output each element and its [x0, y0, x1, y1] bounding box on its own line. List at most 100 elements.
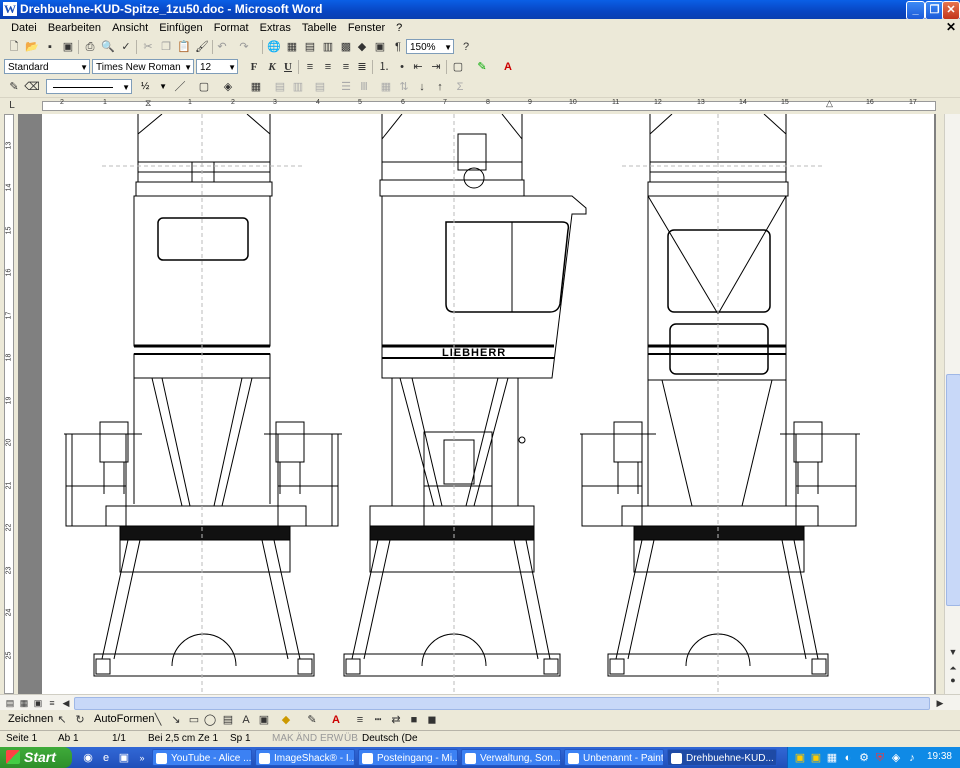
tray-icon[interactable]: ◈ [888, 750, 904, 766]
autoshapes-menu-button[interactable]: AutoFormen [94, 713, 155, 725]
horizontal-scrollbar[interactable]: ▤ ▦ ▣ ≡ ◀ ▶ [0, 694, 960, 711]
network-icon[interactable]: ▦ [824, 750, 840, 766]
align-cell-icon[interactable]: ▤ [312, 79, 328, 95]
line-icon[interactable]: ╲ [150, 712, 166, 728]
distribute-columns-icon[interactable]: Ⅲ [356, 79, 372, 95]
taskbar-item-posteingang[interactable]: Posteingang - Mi... [358, 749, 458, 766]
autosum-icon[interactable]: Σ [452, 79, 468, 95]
wordart-icon[interactable]: A [238, 712, 254, 728]
status-extend[interactable]: ERW [320, 733, 343, 744]
3d-icon[interactable]: ◼ [424, 712, 440, 728]
indent-marker-icon[interactable]: ⧖ [145, 98, 151, 109]
clock[interactable]: 19:38 [927, 751, 952, 762]
menu-tabelle[interactable]: Tabelle [298, 19, 341, 37]
tray-icon[interactable]: ⚙ [856, 750, 872, 766]
status-macro[interactable]: MAK [272, 733, 294, 744]
menu-bearbeiten[interactable]: Bearbeiten [44, 19, 105, 37]
menu-einfuegen[interactable]: Einfügen [155, 19, 206, 37]
shading-color-icon[interactable]: ◈ [220, 79, 236, 95]
columns-icon[interactable]: ▩ [338, 39, 354, 55]
word-doc-icon[interactable]: W [3, 2, 17, 16]
taskbar-item-youtube[interactable]: YouTube - Alice ... [152, 749, 252, 766]
merge-cells-icon[interactable]: ▤ [272, 79, 288, 95]
line-style-select[interactable]: ▼ [46, 79, 132, 94]
eraser-icon[interactable]: ⌫ [24, 79, 40, 95]
menu-datei[interactable]: Datei [7, 19, 41, 37]
border-color-icon[interactable]: ／ [172, 79, 188, 95]
print-icon[interactable]: ⎙ [82, 39, 98, 55]
insert-table-icon[interactable]: ▤ [302, 39, 318, 55]
tab-stop-icon[interactable]: L [4, 98, 20, 114]
undo-icon[interactable]: ↶ [214, 39, 230, 55]
save-icon[interactable]: ▪ [42, 39, 58, 55]
fill-color-icon[interactable]: ◆ [278, 712, 294, 728]
spellcheck-icon[interactable]: ✓ [118, 39, 134, 55]
distribute-rows-icon[interactable]: ☰ [338, 79, 354, 95]
vertical-scrollbar[interactable]: ▼ ⏶ ● [944, 114, 960, 694]
bold-button[interactable]: F [246, 59, 262, 75]
decrease-indent-icon[interactable]: ⇤ [410, 59, 426, 75]
menu-help[interactable]: ? [392, 19, 406, 37]
scroll-left-icon[interactable]: ◀ [58, 695, 74, 711]
numbering-icon[interactable]: ⒈ [376, 59, 392, 75]
insert-excel-icon[interactable]: ▥ [320, 39, 336, 55]
menu-extras[interactable]: Extras [256, 19, 295, 37]
permission-icon[interactable]: ▣ [60, 39, 76, 55]
line-color-icon[interactable]: ✎ [304, 712, 320, 728]
select-objects-icon[interactable]: ↖ [54, 712, 70, 728]
text-direction-icon[interactable]: ⇅ [396, 79, 412, 95]
taskbar-item-word[interactable]: Drehbuehne-KUD... [667, 749, 777, 766]
status-track-changes[interactable]: ÄND [296, 733, 317, 744]
font-select[interactable]: Times New Roman ▼ [92, 59, 194, 74]
browse-object-icon[interactable]: ● [945, 672, 960, 688]
hyperlink-icon[interactable]: 🌐 [266, 39, 282, 55]
table-autoformat-icon[interactable]: ▦ [378, 79, 394, 95]
align-right-icon[interactable]: ≡ [338, 59, 354, 75]
document-map-icon[interactable]: ▣ [372, 39, 388, 55]
justify-icon[interactable]: ≣ [354, 59, 370, 75]
arrow-icon[interactable]: ↘ [168, 712, 184, 728]
draw-table-pencil-icon[interactable]: ✎ [6, 79, 22, 95]
oval-icon[interactable]: ◯ [202, 712, 218, 728]
quicklaunch-ie-icon[interactable]: e [98, 750, 114, 766]
crane-drawing[interactable]: LIEBHERR [42, 114, 934, 694]
border-icon[interactable]: ▢ [450, 59, 466, 75]
clipart-icon[interactable]: ▣ [256, 712, 272, 728]
taskbar-item-imageshack[interactable]: ImageShack® - I... [255, 749, 355, 766]
close-button[interactable]: ✕ [942, 1, 960, 20]
sort-ascending-icon[interactable]: ↓ [414, 79, 430, 95]
start-button[interactable]: Start [0, 747, 72, 768]
quicklaunch-firefox-icon[interactable]: ◉ [80, 750, 96, 766]
help-icon[interactable]: ? [458, 39, 474, 55]
arrow-style-icon[interactable]: ⇄ [388, 712, 404, 728]
quicklaunch-more-icon[interactable]: » [134, 750, 150, 766]
document-close-icon[interactable]: ✕ [946, 20, 956, 34]
dash-style-icon[interactable]: ┅ [370, 712, 386, 728]
line-weight-select[interactable]: ½ ▼ [138, 79, 168, 94]
format-painter-icon[interactable]: 🖌 [194, 39, 210, 55]
scroll-thumb[interactable] [74, 697, 930, 710]
bullets-icon[interactable]: • [394, 59, 410, 75]
menu-format[interactable]: Format [210, 19, 253, 37]
drawing-icon[interactable]: ◆ [354, 39, 370, 55]
highlight-icon[interactable]: ✎ [474, 59, 490, 75]
outside-border-icon[interactable]: ▢ [196, 79, 212, 95]
horizontal-ruler[interactable]: L 2 1 ⧖ 1 2 3 4 5 6 7 8 9 10 11 12 13 14… [0, 98, 960, 114]
rotate-icon[interactable]: ↻ [72, 712, 88, 728]
redo-icon[interactable]: ↷ [236, 39, 252, 55]
zoom-select[interactable]: 150% ▼ [406, 39, 454, 54]
draw-menu-button[interactable]: Zeichnen [8, 713, 53, 725]
scroll-down-icon[interactable]: ▼ [945, 644, 960, 660]
tray-icon[interactable]: ▣ [808, 750, 824, 766]
cut-icon[interactable]: ✂ [140, 39, 156, 55]
font-size-select[interactable]: 12 ▼ [196, 59, 238, 74]
open-folder-icon[interactable]: 📂 [24, 39, 40, 55]
print-preview-icon[interactable]: 🔍 [100, 39, 116, 55]
vertical-ruler[interactable]: 13 14 15 16 17 18 19 20 21 22 23 24 25 [0, 114, 18, 694]
status-overtype[interactable]: ÜB [344, 733, 358, 744]
menu-fenster[interactable]: Fenster [344, 19, 389, 37]
shadow-icon[interactable]: ■ [406, 712, 422, 728]
textbox-icon[interactable]: ▤ [220, 712, 236, 728]
tables-borders-icon[interactable]: ▦ [284, 39, 300, 55]
tray-icon[interactable]: ▣ [792, 750, 808, 766]
